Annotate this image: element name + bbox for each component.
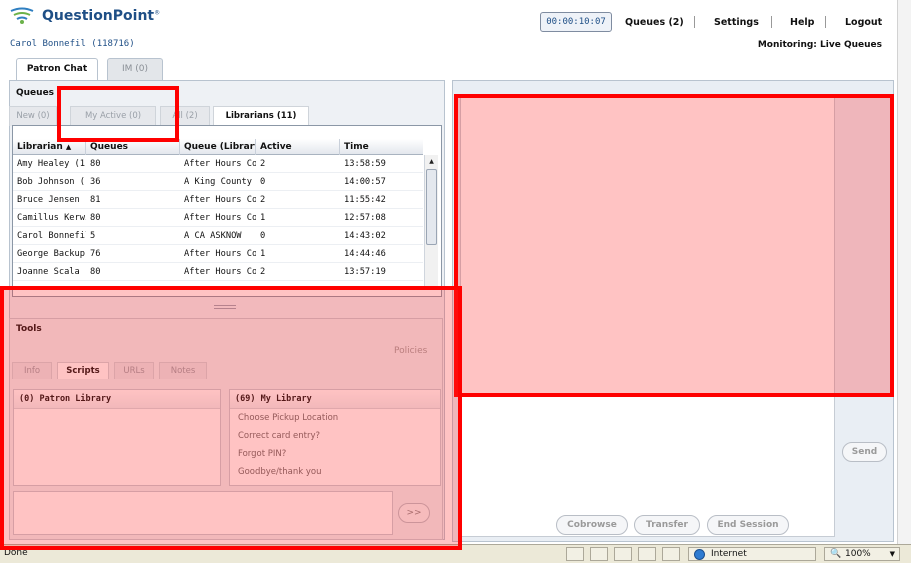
status-segment [566, 547, 584, 561]
cell-queues: 80 [90, 213, 101, 223]
nav-queues-link[interactable]: Queues (2) [625, 17, 684, 28]
cell-active: 1 [260, 213, 266, 223]
cell-queue-library: A CA ASKNOW [184, 231, 242, 241]
table-row[interactable]: Amy Healey (1 80 After Hours Co 2 13:58:… [13, 155, 423, 173]
column-header-queue-library[interactable]: Queue (Library [180, 139, 256, 155]
app-window: QuestionPoint® Carol Bonnefil (118716) 0… [0, 0, 911, 563]
cell-queue-library: After Hours Co [184, 267, 256, 277]
cell-librarian: Amy Healey (1 [17, 159, 85, 169]
cobrowse-button[interactable]: Cobrowse [556, 515, 628, 535]
nav-settings-link[interactable]: Settings [714, 17, 759, 28]
transfer-button[interactable]: Transfer [634, 515, 700, 535]
tab-queue-new[interactable]: New (0) [9, 106, 57, 126]
nav-help-link[interactable]: Help [790, 17, 814, 28]
zoom-level[interactable]: 🔍 100% ▼ [824, 547, 900, 561]
table-row[interactable]: Joanne Scala ( 80 After Hours Co 2 13:57… [13, 263, 423, 281]
highlight-chat-area [454, 94, 894, 397]
cell-librarian: Bob Johnson (: [17, 177, 86, 187]
monitoring-status: Monitoring: Live Queues [757, 40, 882, 50]
cell-queues: 80 [90, 267, 101, 277]
cell-librarian: George Backup [17, 249, 85, 259]
brand-name: QuestionPoint® [42, 8, 161, 24]
table-row[interactable]: George Backup 76 After Hours Co 1 14:44:… [13, 245, 423, 263]
cell-queue-library: After Hours Co [184, 249, 256, 259]
status-segment [614, 547, 632, 561]
queues-title: Queues [16, 88, 55, 98]
tab-im[interactable]: IM (0) [107, 58, 163, 80]
cell-time: 11:55:42 [344, 195, 386, 205]
table-row[interactable]: Carol Bonnefil 5 A CA ASKNOW 0 14:43:02 [13, 227, 423, 245]
table-row[interactable]: Bob Johnson (: 36 A King County 0 14:00:… [13, 173, 423, 191]
cell-time: 13:57:19 [344, 267, 386, 277]
scroll-up-arrow-icon[interactable]: ▲ [426, 156, 437, 167]
cell-active: 0 [260, 231, 266, 241]
column-header-active[interactable]: Active [256, 139, 340, 155]
cell-librarian: Carol Bonnefil [17, 231, 86, 241]
table-row[interactable]: Bruce Jensen ( 81 After Hours Co 2 11:55… [13, 191, 423, 209]
highlight-my-active-tab [57, 86, 179, 142]
tab-patron-chat[interactable]: Patron Chat [16, 58, 98, 80]
cell-time: 14:44:46 [344, 249, 386, 259]
send-button[interactable]: Send [842, 442, 887, 462]
table-row[interactable]: Camillus Kerwir 80 After Hours Co 1 12:5… [13, 209, 423, 227]
librarians-grid: Librarian ▲ Queues Queue (Library Active… [12, 125, 442, 297]
status-segment [662, 547, 680, 561]
security-zone: Internet [688, 547, 816, 561]
cell-active: 0 [260, 177, 266, 187]
zoom-icon: 🔍 [830, 549, 842, 559]
cell-active: 2 [260, 267, 266, 277]
cell-queue-library: After Hours Co [184, 213, 256, 223]
nav-logout-link[interactable]: Logout [845, 17, 882, 28]
chevron-down-icon[interactable]: ▼ [890, 548, 895, 561]
cell-active: 2 [260, 195, 266, 205]
cell-time: 14:00:57 [344, 177, 386, 187]
cell-queues: 76 [90, 249, 101, 259]
tab-queue-librarians[interactable]: Librarians (11) [213, 106, 309, 126]
status-segment [590, 547, 608, 561]
cell-queues: 5 [90, 231, 96, 241]
current-user: Carol Bonnefil (118716) [10, 39, 135, 49]
session-timer: 00:00:10:07 [540, 12, 612, 32]
nav-separator [771, 16, 772, 28]
cell-librarian: Camillus Kerwir [17, 213, 86, 223]
cell-active: 2 [260, 159, 266, 169]
cell-time: 13:58:59 [344, 159, 386, 169]
scroll-thumb[interactable] [426, 169, 437, 245]
grid-scrollbar[interactable]: ▲ [424, 155, 438, 286]
column-header-time[interactable]: Time [340, 139, 423, 155]
cell-queue-library: A King County [184, 177, 252, 187]
cell-queues: 81 [90, 195, 101, 205]
cell-queue-library: After Hours Co [184, 159, 256, 169]
questionpoint-logo-icon [10, 7, 34, 24]
globe-icon [694, 549, 705, 560]
cell-queues: 36 [90, 177, 101, 187]
nav-separator [825, 16, 826, 28]
nav-separator [694, 16, 695, 28]
cell-queues: 80 [90, 159, 101, 169]
window-scrollbar[interactable] [897, 0, 911, 544]
cell-librarian: Joanne Scala ( [17, 267, 86, 277]
highlight-tools-area [0, 286, 462, 550]
cell-queue-library: After Hours Co [184, 195, 256, 205]
cell-active: 1 [260, 249, 266, 259]
cell-librarian: Bruce Jensen ( [17, 195, 86, 205]
end-session-button[interactable]: End Session [707, 515, 789, 535]
cell-time: 14:43:02 [344, 231, 386, 241]
cell-time: 12:57:08 [344, 213, 386, 223]
sort-ascending-icon: ▲ [65, 143, 72, 151]
status-segment [638, 547, 656, 561]
